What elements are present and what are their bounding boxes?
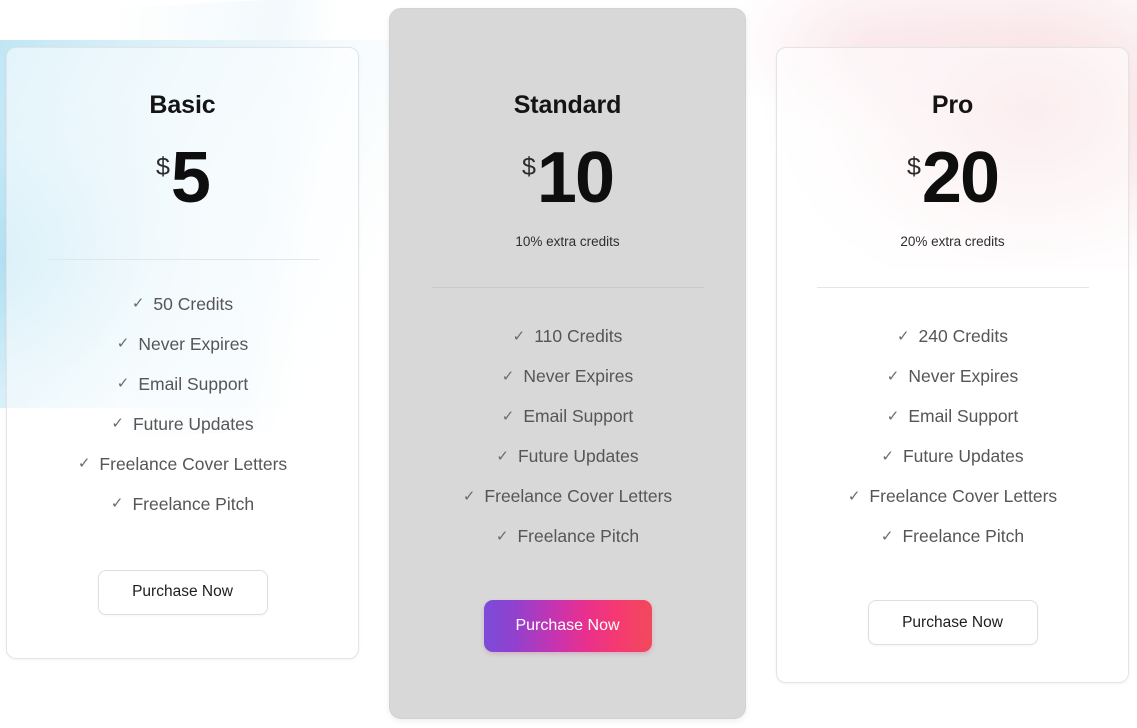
feature-list-standard: ✓ 110 Credits ✓ Never Expires ✓ Email Suppo… (390, 317, 745, 557)
list-item: ✓ Email Support (502, 397, 634, 437)
plan-name-basic: Basic (149, 91, 216, 119)
list-item: ✓ Freelance Pitch (111, 485, 254, 525)
list-item: ✓ Future Updates (111, 405, 253, 445)
price-amount: 5 (170, 138, 211, 218)
purchase-now-button-basic[interactable]: Purchase Now (97, 569, 268, 615)
check-icon: ✓ (462, 487, 476, 505)
list-item: ✓ Never Expires (887, 357, 1018, 397)
feature-label: Email Support (908, 406, 1019, 427)
check-icon: ✓ (495, 527, 509, 545)
currency-symbol: $ (522, 153, 536, 181)
check-icon: ✓ (886, 367, 900, 385)
check-icon: ✓ (886, 407, 900, 425)
card-divider (816, 287, 1089, 289)
feature-label: 50 Credits (153, 293, 234, 314)
card-divider (46, 258, 319, 260)
feature-label: Freelance Cover Letters (869, 486, 1058, 507)
feature-list-pro: ✓ 240 Credits ✓ Never Expires ✓ Email Suppo… (777, 317, 1128, 557)
currency-symbol: $ (907, 153, 921, 181)
extra-credits-note-pro: 20% extra credits (900, 233, 1005, 249)
list-item: ✓ Email Support (117, 365, 249, 405)
list-item: ✓ Email Support (887, 397, 1019, 437)
list-item: ✓ 110 Credits (513, 317, 623, 357)
price-amount: 10 (536, 138, 615, 218)
pricing-page: Basic $ 5 ✓ 50 Credits ✓ Never Expires ✓ Em… (0, 0, 1137, 728)
plan-price-standard: $ 10 (522, 138, 615, 218)
check-icon: ✓ (111, 415, 124, 433)
list-item: ✓ Freelance Cover Letters (78, 445, 287, 485)
feature-label: Future Updates (902, 446, 1024, 467)
check-icon: ✓ (131, 295, 145, 313)
feature-list-basic: ✓ 50 Credits ✓ Never Expires ✓ Email Suppor… (7, 285, 358, 525)
check-icon: ✓ (501, 367, 515, 385)
feature-label: Email Support (523, 406, 634, 427)
list-item: ✓ Freelance Pitch (496, 517, 639, 557)
check-icon: ✓ (896, 327, 910, 345)
price-amount: 20 (921, 138, 1000, 218)
feature-label: Freelance Cover Letters (484, 486, 673, 507)
check-icon: ✓ (116, 375, 130, 393)
check-icon: ✓ (116, 335, 130, 353)
feature-label: Future Updates (517, 446, 639, 467)
feature-label: Freelance Pitch (132, 493, 255, 514)
check-icon: ✓ (496, 447, 509, 465)
extra-credits-note-standard: 10% extra credits (515, 233, 620, 249)
check-icon: ✓ (512, 327, 526, 345)
feature-label: 110 Credits (534, 326, 623, 347)
list-item: ✓ Future Updates (881, 437, 1023, 477)
check-icon: ✓ (847, 487, 861, 505)
pricing-card-standard[interactable]: Standard $ 10 10% extra credits ✓ 110 Cre… (389, 8, 746, 719)
feature-label: Email Support (138, 373, 249, 394)
plan-price-basic: $ 5 (156, 138, 211, 218)
check-icon: ✓ (110, 495, 124, 513)
list-item: ✓ 240 Credits (897, 317, 1008, 357)
check-icon: ✓ (881, 447, 894, 465)
feature-label: Never Expires (138, 333, 249, 354)
feature-label: Freelance Pitch (902, 526, 1025, 547)
check-icon: ✓ (501, 407, 515, 425)
pricing-card-basic[interactable]: Basic $ 5 ✓ 50 Credits ✓ Never Expires ✓ Em… (6, 47, 359, 659)
feature-label: Never Expires (523, 366, 634, 387)
list-item: ✓ 50 Credits (132, 285, 233, 325)
feature-label: Freelance Pitch (517, 526, 640, 547)
list-item: ✓ Freelance Cover Letters (463, 477, 672, 517)
purchase-now-button-pro[interactable]: Purchase Now (867, 600, 1038, 646)
feature-label: 240 Credits (918, 326, 1009, 347)
list-item: ✓ Never Expires (117, 325, 248, 365)
check-icon: ✓ (880, 527, 894, 545)
check-icon: ✓ (77, 455, 91, 473)
purchase-now-button-standard[interactable]: Purchase Now (483, 600, 652, 653)
feature-label: Freelance Cover Letters (99, 453, 288, 474)
card-divider (431, 287, 704, 289)
list-item: ✓ Freelance Pitch (881, 517, 1024, 557)
plan-name-pro: Pro (931, 91, 974, 119)
list-item: ✓ Freelance Cover Letters (848, 477, 1057, 517)
feature-label: Future Updates (132, 413, 254, 434)
feature-label: Never Expires (908, 366, 1019, 387)
plan-price-pro: $ 20 (907, 138, 1000, 218)
list-item: ✓ Never Expires (502, 357, 633, 397)
currency-symbol: $ (156, 153, 170, 181)
list-item: ✓ Future Updates (496, 437, 638, 477)
pricing-card-pro[interactable]: Pro $ 20 20% extra credits ✓ 240 Credits … (776, 47, 1129, 683)
plan-name-standard: Standard (513, 91, 622, 119)
